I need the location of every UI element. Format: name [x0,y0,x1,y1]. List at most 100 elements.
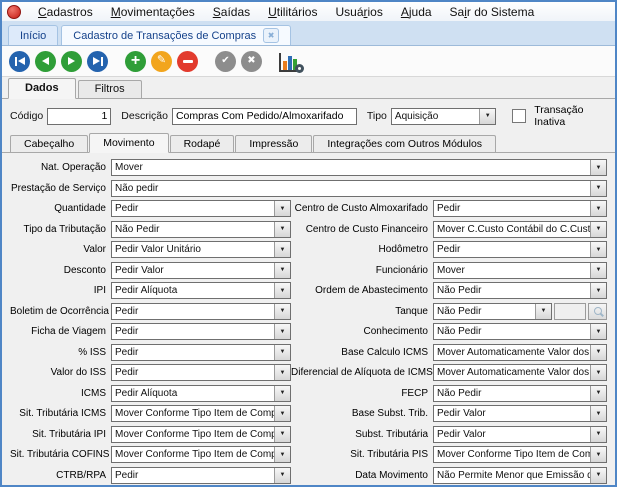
sit-tributaria-pis-dropdown[interactable]: Mover Conforme Tipo Item de Compra▼ [433,446,607,463]
ctrb-rpa-dropdown[interactable]: Pedir▼ [111,467,291,484]
dropdown-arrow-icon[interactable]: ▼ [274,222,290,237]
menu-item-saidas[interactable]: Saídas [204,4,259,20]
form-row: Sit. Tributária COFINSMover Conforme Tip… [10,446,607,463]
menu-item-cadastros[interactable]: Cadastros [29,4,102,20]
tab-cadastro-transacoes-compras[interactable]: Cadastro de Transações de Compras ✖ [61,25,291,45]
last-record-button[interactable] [87,51,108,72]
dropdown-arrow-icon[interactable]: ▼ [590,324,606,339]
nat-operacao-dropdown[interactable]: Mover▼ [111,159,607,176]
desconto-dropdown[interactable]: Pedir Valor▼ [111,262,291,279]
centro-de-custo-financeiro-dropdown[interactable]: Mover C.Custo Contábil do C.Custo Almox▼ [433,221,607,238]
dropdown-arrow-icon[interactable]: ▼ [274,263,290,278]
tab-inicio[interactable]: Início [8,25,58,45]
section-tab-cabecalho[interactable]: Cabeçalho [10,135,88,152]
dropdown-arrow-icon[interactable]: ▼ [274,427,290,442]
dropdown-arrow-icon[interactable]: ▼ [590,160,606,175]
dropdown-arrow-icon[interactable]: ▼ [274,406,290,421]
dropdown-arrow-icon[interactable]: ▼ [590,406,606,421]
iss-dropdown[interactable]: Pedir▼ [111,344,291,361]
dropdown-arrow-icon[interactable]: ▼ [274,283,290,298]
next-record-button[interactable] [61,51,82,72]
section-tab-integracoes-com-outros-modulos[interactable]: Integrações com Outros Módulos [313,135,496,152]
dropdown-arrow-icon[interactable]: ▼ [274,386,290,401]
codigo-input[interactable] [47,108,111,125]
base-calculo-icms-dropdown[interactable]: Mover Automaticamente Valor dos Itens▼ [433,344,607,361]
chart-report-button[interactable] [279,50,305,72]
edit-record-button[interactable]: ✎ [151,51,172,72]
first-record-button[interactable] [9,51,30,72]
dropdown-arrow-icon[interactable]: ▼ [590,447,606,462]
dropdown-arrow-icon[interactable]: ▼ [590,427,606,442]
add-record-button[interactable]: + [125,51,146,72]
ficha-de-viagem-dropdown[interactable]: Pedir▼ [111,323,291,340]
ordem-de-abastecimento-dropdown[interactable]: Não Pedir▼ [433,282,607,299]
tanque-dropdown[interactable]: Não Pedir▼ [433,303,552,320]
base-subst-trib-dropdown[interactable]: Pedir Valor▼ [433,405,607,422]
dropdown-arrow-icon[interactable]: ▼ [274,365,290,380]
ipi-dropdown[interactable]: Pedir Alíquota▼ [111,282,291,299]
tab-close-icon[interactable]: ✖ [263,28,279,43]
dropdown-arrow-icon[interactable]: ▼ [590,181,606,196]
menu-item-sair-do-sistema[interactable]: Sair do Sistema [441,4,544,20]
tab-dados[interactable]: Dados [8,78,76,99]
conhecimento-dropdown[interactable]: Não Pedir▼ [433,323,607,340]
data-movimento-dropdown[interactable]: Não Permite Menor que Emissão da Nota▼ [433,467,607,484]
sit-tributaria-icms-dropdown[interactable]: Mover Conforme Tipo Item de Compra▼ [111,405,291,422]
dropdown-arrow-icon[interactable]: ▼ [590,345,606,360]
field-label-ordem-de-abastecimento: Ordem de Abastecimento [291,285,433,296]
section-tab-strip: CabeçalhoMovimentoRodapéImpressãoIntegra… [2,132,615,153]
dropdown-arrow-icon[interactable]: ▼ [274,304,290,319]
icms-dropdown[interactable]: Pedir Alíquota▼ [111,385,291,402]
confirm-button[interactable]: ✔ [215,51,236,72]
section-tab-impressao[interactable]: Impressão [235,135,312,152]
dropdown-arrow-icon[interactable]: ▼ [590,263,606,278]
menu-item-usuarios[interactable]: Usuários [326,4,391,20]
hodometro-dropdown[interactable]: Pedir▼ [433,241,607,258]
tab-filtros[interactable]: Filtros [78,80,142,98]
transacao-inativa-checkbox[interactable] [512,109,526,123]
dropdown-arrow-icon[interactable]: ▼ [590,386,606,401]
dropdown-arrow-icon[interactable]: ▼ [590,468,606,483]
sit-tributaria-ipi-dropdown[interactable]: Mover Conforme Tipo Item de Compra▼ [111,426,291,443]
dropdown-arrow-icon[interactable]: ▼ [274,345,290,360]
sit-tributaria-cofins-dropdown[interactable]: Mover Conforme Tipo Item de Compra▼ [111,446,291,463]
dropdown-arrow-icon[interactable]: ▼ [590,222,606,237]
menu-item-utilitarios[interactable]: Utilitários [259,4,326,20]
valor-dropdown[interactable]: Pedir Valor Unitário▼ [111,241,291,258]
tipo-dropdown[interactable]: Aquisição ▼ [391,108,496,125]
dropdown-arrow-icon[interactable]: ▼ [274,201,290,216]
dropdown-arrow-icon[interactable]: ▼ [590,242,606,257]
tanque-search-button[interactable] [588,303,607,320]
dropdown-arrow-icon[interactable]: ▼ [590,201,606,216]
centro-de-custo-almoxarifado-dropdown[interactable]: Pedir▼ [433,200,607,217]
dropdown-arrow-icon[interactable]: ▼ [274,447,290,462]
fecp-dropdown[interactable]: Não Pedir▼ [433,385,607,402]
descricao-input[interactable] [172,108,357,125]
dropdown-arrow-icon[interactable]: ▼ [479,109,495,124]
field-label-boletim-de-ocorrencia: Boletim de Ocorrência [10,306,111,317]
diferencial-de-aliquota-de-icms-dropdown[interactable]: Mover Automaticamente Valor dos Itens▼ [433,364,607,381]
boletim-de-ocorrencia-dropdown[interactable]: Pedir▼ [111,303,291,320]
tipo-da-tributacao-dropdown[interactable]: Não Pedir▼ [111,221,291,238]
delete-record-button[interactable] [177,51,198,72]
dropdown-arrow-icon[interactable]: ▼ [590,365,606,380]
menu-item-ajuda[interactable]: Ajuda [392,4,441,20]
dropdown-arrow-icon[interactable]: ▼ [535,304,551,319]
tab-cadastro-label: Cadastro de Transações de Compras [73,30,256,42]
section-tab-movimento[interactable]: Movimento [89,133,168,153]
previous-record-button[interactable] [35,51,56,72]
dropdown-arrow-icon[interactable]: ▼ [274,468,290,483]
menu-item-movimentacoes[interactable]: Movimentações [102,4,204,20]
dropdown-arrow-icon[interactable]: ▼ [590,283,606,298]
cancel-button[interactable]: ✖ [241,51,262,72]
funcionario-dropdown[interactable]: Mover▼ [433,262,607,279]
subst-tributaria-dropdown[interactable]: Pedir Valor▼ [433,426,607,443]
tanque-code-input[interactable] [554,303,586,320]
underlined-label: Hodômetro [379,244,428,255]
dropdown-arrow-icon[interactable]: ▼ [274,324,290,339]
quantidade-dropdown[interactable]: Pedir▼ [111,200,291,217]
section-tab-rodape[interactable]: Rodapé [170,135,235,152]
prestacao-de-servico-dropdown[interactable]: Não pedir▼ [111,180,607,197]
dropdown-arrow-icon[interactable]: ▼ [274,242,290,257]
valor-do-iss-dropdown[interactable]: Pedir▼ [111,364,291,381]
